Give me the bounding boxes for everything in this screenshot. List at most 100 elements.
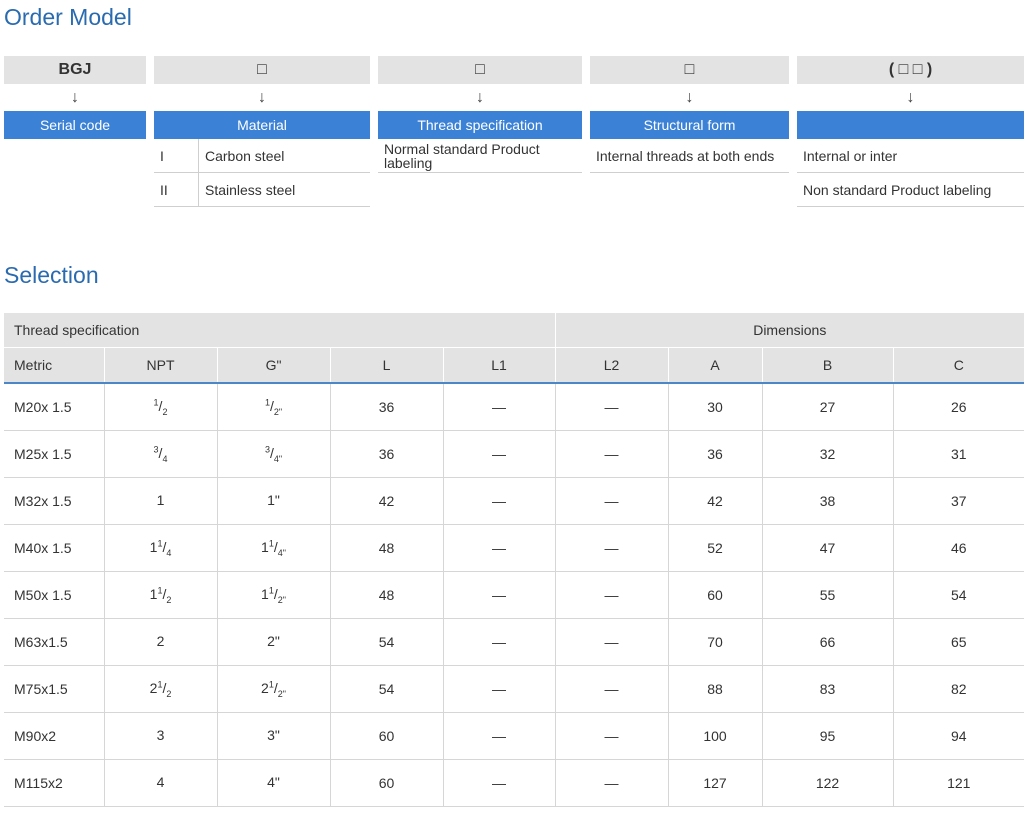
cell-npt-value: 21/2 <box>150 679 172 699</box>
col-header-metric: Metric <box>4 347 104 384</box>
cell-l1: — <box>442 759 556 807</box>
special-option-text: Internal or inter <box>797 139 1024 173</box>
cell-g: 3" <box>216 712 330 760</box>
material-option-text: Carbon steel <box>205 147 285 164</box>
cell-l1: — <box>442 665 556 713</box>
down-arrow-icon: ↓ <box>476 88 484 106</box>
denominator: 2" <box>277 688 286 699</box>
cell-g-value: 11/2" <box>261 585 286 604</box>
down-arrow-icon: ↓ <box>906 88 915 106</box>
material-option-row: II Stainless steel <box>154 173 370 207</box>
order-code-thread: □ <box>378 56 582 84</box>
cell-g: 1" <box>216 477 330 525</box>
material-option-row: I Carbon steel <box>154 139 370 173</box>
cell-c: 26 <box>892 383 1025 431</box>
whole-part: 2" <box>267 632 280 649</box>
down-arrow-icon: ↓ <box>685 88 694 106</box>
cell-npt: 1/2 <box>103 383 217 431</box>
cell-metric: M50x 1.5 <box>4 571 104 619</box>
cell-c: 54 <box>892 571 1025 619</box>
denominator: 4 <box>166 547 172 558</box>
cell-npt: 21/2 <box>103 665 217 713</box>
order-header-serial: Serial code <box>4 111 146 139</box>
col-header-l: L <box>329 347 443 384</box>
order-code-structure: □ <box>590 56 789 84</box>
denominator: 2" <box>273 406 283 417</box>
cell-l1: — <box>442 477 556 525</box>
col-header-l1: L1 <box>442 347 556 384</box>
cell-npt: 3/4 <box>103 430 217 478</box>
denominator: 2 <box>166 688 172 699</box>
cell-g-value: 4" <box>267 774 280 790</box>
cell-metric: M20x 1.5 <box>4 383 104 431</box>
whole-part: 3" <box>267 726 280 743</box>
cell-l1: — <box>442 571 556 619</box>
selection-title: Selection <box>4 262 99 288</box>
table-row: M25x 1.5 3/4 3/4" 36— —36 32 31 <box>4 430 1025 478</box>
cell-a: 88 <box>667 665 763 713</box>
cell-l: 60 <box>329 759 443 807</box>
cell-g-value: 21/2" <box>261 679 286 699</box>
cell-metric: M25x 1.5 <box>4 430 104 478</box>
table-row: M90x2 3 3" 60— —100 95 94 <box>4 712 1025 760</box>
cell-npt-value: 4 <box>157 774 165 790</box>
cell-metric: M40x 1.5 <box>4 524 104 572</box>
dimensions-group-header: Dimensions <box>554 313 1025 348</box>
table-row: M20x 1.5 1/2 1/2" 36— —30 27 26 <box>4 383 1025 431</box>
table-row: M63x1.5 2 2" 54— —70 66 65 <box>4 618 1025 666</box>
cell-b: 27 <box>761 383 894 431</box>
cell-metric: M75x1.5 <box>4 665 104 713</box>
cell-npt-value: 1 <box>157 492 165 508</box>
material-option-num: I <box>154 139 199 172</box>
col-header-l2: L2 <box>554 347 669 384</box>
order-col-special: ( □ □ ) ↓ Internal or inter Non standard… <box>797 56 1024 207</box>
cell-npt: 4 <box>103 759 217 807</box>
denominator: 4 <box>162 453 168 464</box>
cell-l2: — <box>554 571 669 619</box>
cell-a: 42 <box>667 477 763 525</box>
cell-l: 36 <box>329 383 443 431</box>
cell-npt: 3 <box>103 712 217 760</box>
whole-part: 1 <box>156 491 165 508</box>
cell-metric: M32x 1.5 <box>4 477 104 525</box>
order-col-material: □ ↓ Material I Carbon steel II Stainless… <box>154 56 370 207</box>
cell-g-value: 1" <box>267 492 280 508</box>
cell-npt-value: 3 <box>157 727 165 743</box>
table-row: M32x 1.5 1 1" 42— —42 38 37 <box>4 477 1025 525</box>
cell-g: 11/2" <box>216 571 330 619</box>
cell-npt-value: 1/2 <box>154 397 168 416</box>
cell-l1: — <box>442 430 556 478</box>
table-row: M115x2 4 4" 60— —127 122 121 <box>4 759 1025 807</box>
whole-part: 3 <box>156 726 165 743</box>
table-row: M75x1.5 21/2 21/2" 54— —88 83 82 <box>4 665 1025 713</box>
cell-l1: — <box>442 618 556 666</box>
col-header-npt: NPT <box>103 347 217 384</box>
order-code-special: ( □ □ ) <box>797 56 1024 84</box>
cell-l: 60 <box>329 712 443 760</box>
cell-b: 83 <box>761 665 894 713</box>
cell-l2: — <box>554 665 669 713</box>
col-header-b: B <box>761 347 894 384</box>
cell-l1: — <box>442 712 556 760</box>
cell-b: 32 <box>761 430 894 478</box>
order-header-thread: Thread specification <box>378 111 582 139</box>
cell-l2: — <box>554 477 669 525</box>
cell-a: 100 <box>667 712 763 760</box>
cell-l2: — <box>554 430 669 478</box>
cell-npt: 2 <box>103 618 217 666</box>
cell-b: 66 <box>761 618 894 666</box>
cell-b: 95 <box>761 712 894 760</box>
order-header-material: Material <box>154 111 370 139</box>
cell-l: 36 <box>329 430 443 478</box>
material-option-text: Stainless steel <box>205 181 296 198</box>
cell-c: 82 <box>892 665 1025 713</box>
cell-g: 3/4" <box>216 430 330 478</box>
cell-l2: — <box>554 383 669 431</box>
thread-spec-group-header: Thread specification <box>4 313 556 348</box>
cell-g: 2" <box>216 618 330 666</box>
cell-b: 122 <box>761 759 894 807</box>
cell-npt-value: 3/4 <box>154 444 168 464</box>
cell-l2: — <box>554 712 669 760</box>
cell-l1: — <box>442 383 556 431</box>
cell-metric: M90x2 <box>4 712 104 760</box>
